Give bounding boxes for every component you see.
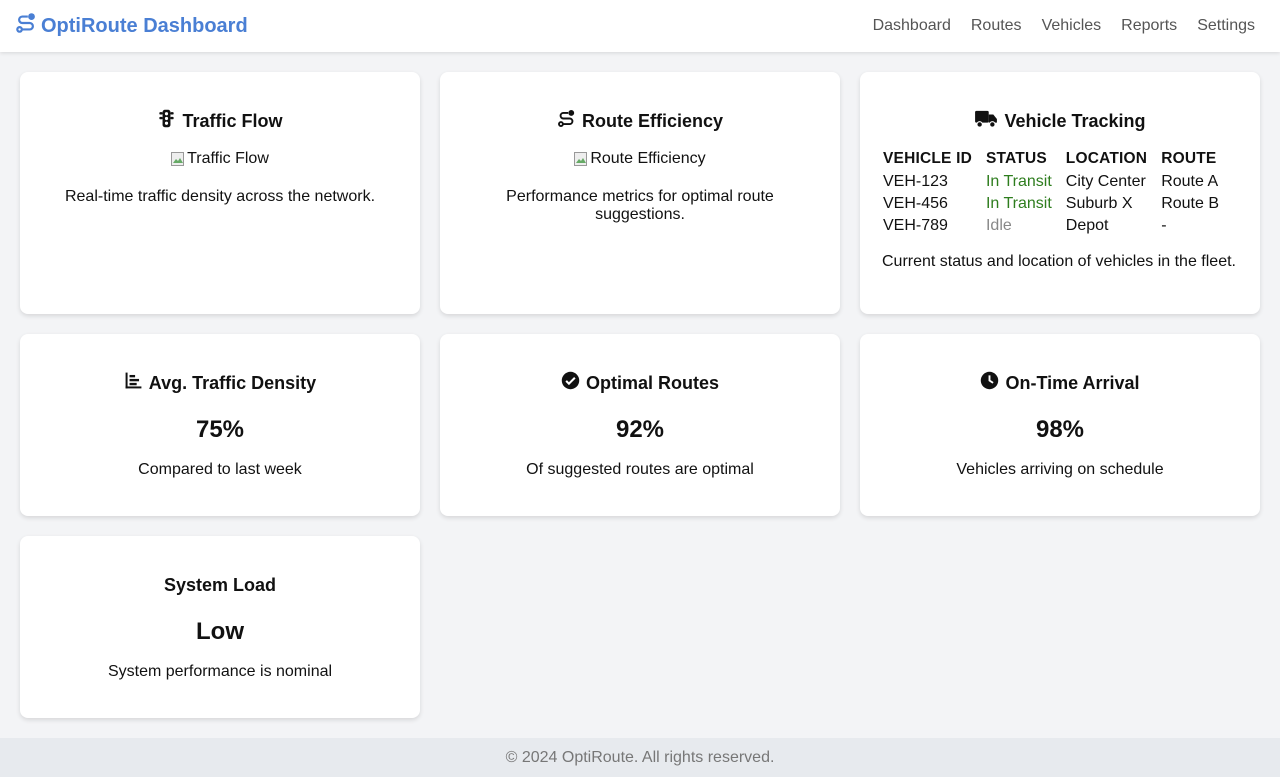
optimal-routes-card: Optimal Routes 92% Of suggested routes a… bbox=[440, 334, 840, 516]
footer: © 2024 OptiRoute. All rights reserved. bbox=[0, 738, 1280, 777]
nav-routes[interactable]: Routes bbox=[971, 17, 1022, 35]
metric-description: Vehicles arriving on schedule bbox=[956, 461, 1164, 478]
traffic-flow-image: Traffic Flow bbox=[171, 150, 269, 168]
metric-value: 92% bbox=[615, 416, 665, 443]
broken-image-icon bbox=[171, 151, 185, 167]
app-header: OptiRoute Dashboard Dashboard Routes Veh… bbox=[0, 0, 1280, 52]
copyright-text: © 2024 OptiRoute. All rights reserved. bbox=[505, 748, 775, 766]
card-title: Route Efficiency bbox=[462, 110, 818, 132]
truck-icon bbox=[974, 109, 998, 134]
clock-icon bbox=[980, 371, 999, 395]
vehicle-status: In Transit bbox=[985, 194, 1052, 212]
check-circle-icon bbox=[561, 371, 580, 395]
column-header: VEHICLE ID bbox=[883, 150, 972, 167]
vehicle-id: VEH-456 bbox=[883, 194, 948, 212]
metric-description: Compared to last week bbox=[138, 461, 302, 478]
table-row: VEH-123 In Transit City Center Route A bbox=[883, 171, 1233, 193]
column-header: ROUTE bbox=[1161, 150, 1217, 167]
avg-traffic-density-card: Avg. Traffic Density 75% Compared to las… bbox=[20, 334, 420, 516]
metric-value: 98% bbox=[1035, 416, 1085, 443]
metric-value: 75% bbox=[195, 416, 245, 443]
main-nav: Dashboard Routes Vehicles Reports Settin… bbox=[873, 17, 1265, 35]
traffic-light-icon bbox=[157, 109, 176, 133]
vehicle-location: Depot bbox=[1065, 216, 1109, 234]
nav-settings[interactable]: Settings bbox=[1197, 17, 1255, 35]
route-icon bbox=[557, 109, 576, 133]
vehicle-route: Route B bbox=[1161, 194, 1219, 212]
broken-image-icon bbox=[574, 151, 588, 167]
card-description: Real-time traffic density across the net… bbox=[64, 188, 376, 205]
column-header: LOCATION bbox=[1065, 150, 1148, 167]
traffic-flow-card: Traffic Flow Traffic Flow Real-time traf… bbox=[20, 72, 420, 314]
card-title: Vehicle Tracking bbox=[882, 110, 1238, 132]
bar-chart-icon bbox=[124, 371, 143, 395]
route-icon bbox=[15, 12, 37, 40]
vehicle-id: VEH-789 bbox=[883, 216, 948, 234]
route-efficiency-image: Route Efficiency bbox=[574, 150, 706, 168]
brand-title: OptiRoute Dashboard bbox=[41, 14, 248, 37]
vehicle-location: Suburb X bbox=[1065, 194, 1133, 212]
vehicle-id: VEH-123 bbox=[883, 172, 948, 190]
system-load-card: System Load Low System performance is no… bbox=[20, 536, 420, 718]
card-title: Traffic Flow bbox=[42, 109, 398, 133]
table-row: VEH-789 Idle Depot - bbox=[883, 215, 1233, 237]
nav-vehicles[interactable]: Vehicles bbox=[1042, 17, 1102, 35]
metric-description: Of suggested routes are optimal bbox=[526, 461, 754, 478]
table-header-row: VEHICLE ID STATUS LOCATION ROUTE bbox=[883, 150, 1233, 171]
brand[interactable]: OptiRoute Dashboard bbox=[15, 12, 248, 40]
nav-dashboard[interactable]: Dashboard bbox=[873, 17, 951, 35]
vehicle-route: Route A bbox=[1161, 172, 1219, 190]
card-description: Performance metrics for optimal route su… bbox=[506, 188, 774, 223]
column-header: STATUS bbox=[985, 150, 1047, 167]
route-efficiency-card: Route Efficiency Route Efficiency Perfor… bbox=[440, 72, 840, 314]
on-time-arrival-card: On-Time Arrival 98% Vehicles arriving on… bbox=[860, 334, 1260, 516]
table-row: VEH-456 In Transit Suburb X Route B bbox=[883, 193, 1233, 215]
metric-description: System performance is nominal bbox=[107, 663, 333, 680]
vehicle-route: - bbox=[1161, 216, 1167, 234]
vehicle-location: City Center bbox=[1065, 172, 1146, 190]
card-title: System Load bbox=[163, 574, 277, 595]
nav-reports[interactable]: Reports bbox=[1121, 17, 1177, 35]
vehicle-status: Idle bbox=[985, 216, 1012, 234]
dashboard-grid: Traffic Flow Traffic Flow Real-time traf… bbox=[20, 72, 1260, 718]
card-title: Avg. Traffic Density bbox=[42, 372, 398, 394]
vehicle-table: VEHICLE ID STATUS LOCATION ROUTE VEH-123… bbox=[883, 150, 1233, 237]
card-title: Optimal Routes bbox=[462, 371, 818, 395]
metric-value: Low bbox=[196, 618, 244, 645]
card-description: Current status and location of vehicles … bbox=[882, 253, 1236, 270]
vehicle-status: In Transit bbox=[985, 172, 1052, 190]
vehicle-tracking-card: Vehicle Tracking VEHICLE ID STATUS LOCAT… bbox=[860, 72, 1260, 314]
card-title: On-Time Arrival bbox=[882, 371, 1238, 395]
